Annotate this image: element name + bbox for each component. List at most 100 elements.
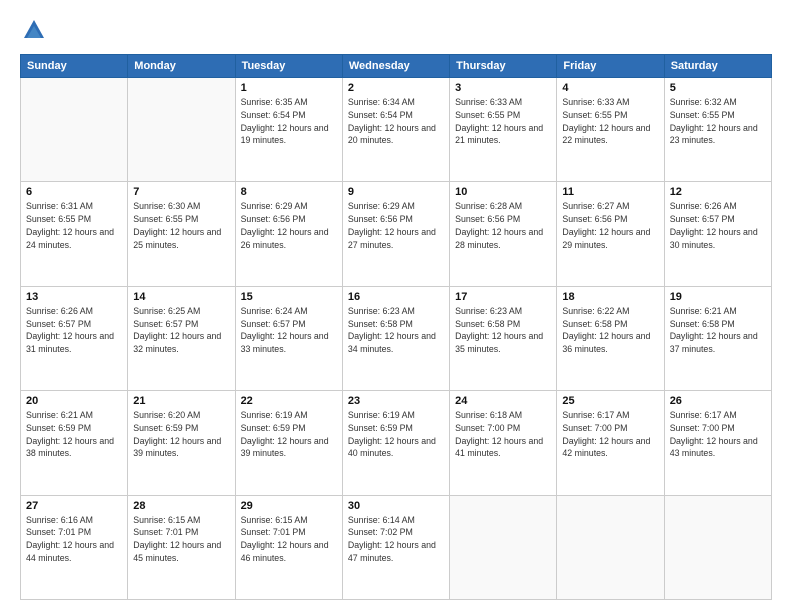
day-info: Sunrise: 6:23 AM Sunset: 6:58 PM Dayligh… bbox=[455, 305, 551, 356]
day-header: Saturday bbox=[664, 55, 771, 78]
day-info: Sunrise: 6:14 AM Sunset: 7:02 PM Dayligh… bbox=[348, 514, 444, 565]
calendar-cell: 20 Sunrise: 6:21 AM Sunset: 6:59 PM Dayli… bbox=[21, 391, 128, 495]
day-info: Sunrise: 6:17 AM Sunset: 7:00 PM Dayligh… bbox=[670, 409, 766, 460]
day-number: 19 bbox=[670, 291, 766, 303]
day-info: Sunrise: 6:30 AM Sunset: 6:55 PM Dayligh… bbox=[133, 200, 229, 251]
calendar-cell: 30 Sunrise: 6:14 AM Sunset: 7:02 PM Dayli… bbox=[342, 495, 449, 599]
day-number: 28 bbox=[133, 500, 229, 512]
day-number: 15 bbox=[241, 291, 337, 303]
calendar-cell bbox=[128, 78, 235, 182]
calendar-week: 27 Sunrise: 6:16 AM Sunset: 7:01 PM Dayli… bbox=[21, 495, 772, 599]
day-info: Sunrise: 6:25 AM Sunset: 6:57 PM Dayligh… bbox=[133, 305, 229, 356]
calendar-cell: 1Sunrise: 6:35 AM Sunset: 6:54 PM Daylig… bbox=[235, 78, 342, 182]
calendar-cell: 4 Sunrise: 6:33 AM Sunset: 6:55 PM Daylig… bbox=[557, 78, 664, 182]
day-info: Sunrise: 6:26 AM Sunset: 6:57 PM Dayligh… bbox=[26, 305, 122, 356]
day-header: Friday bbox=[557, 55, 664, 78]
day-info: Sunrise: 6:21 AM Sunset: 6:58 PM Dayligh… bbox=[670, 305, 766, 356]
day-info: Sunrise: 6:19 AM Sunset: 6:59 PM Dayligh… bbox=[348, 409, 444, 460]
day-number: 6 bbox=[26, 186, 122, 198]
day-info: Sunrise: 6:29 AM Sunset: 6:56 PM Dayligh… bbox=[241, 200, 337, 251]
logo bbox=[20, 16, 52, 44]
day-number: 20 bbox=[26, 395, 122, 407]
day-info: Sunrise: 6:15 AM Sunset: 7:01 PM Dayligh… bbox=[133, 514, 229, 565]
calendar-cell: 8 Sunrise: 6:29 AM Sunset: 6:56 PM Daylig… bbox=[235, 182, 342, 286]
calendar-cell: 27 Sunrise: 6:16 AM Sunset: 7:01 PM Dayli… bbox=[21, 495, 128, 599]
day-info: Sunrise: 6:22 AM Sunset: 6:58 PM Dayligh… bbox=[562, 305, 658, 356]
calendar-cell: 13 Sunrise: 6:26 AM Sunset: 6:57 PM Dayli… bbox=[21, 286, 128, 390]
day-info: Sunrise: 6:32 AM Sunset: 6:55 PM Dayligh… bbox=[670, 96, 766, 147]
calendar-cell: 18 Sunrise: 6:22 AM Sunset: 6:58 PM Dayli… bbox=[557, 286, 664, 390]
day-info: Sunrise: 6:16 AM Sunset: 7:01 PM Dayligh… bbox=[26, 514, 122, 565]
day-info: Sunrise: 6:20 AM Sunset: 6:59 PM Dayligh… bbox=[133, 409, 229, 460]
day-info: Sunrise: 6:17 AM Sunset: 7:00 PM Dayligh… bbox=[562, 409, 658, 460]
calendar-cell: 14 Sunrise: 6:25 AM Sunset: 6:57 PM Dayli… bbox=[128, 286, 235, 390]
calendar-cell bbox=[664, 495, 771, 599]
day-number: 30 bbox=[348, 500, 444, 512]
day-number: 8 bbox=[241, 186, 337, 198]
calendar-cell bbox=[557, 495, 664, 599]
calendar-cell: 2Sunrise: 6:34 AM Sunset: 6:54 PM Daylig… bbox=[342, 78, 449, 182]
day-info: Sunrise: 6:28 AM Sunset: 6:56 PM Dayligh… bbox=[455, 200, 551, 251]
day-info: Sunrise: 6:33 AM Sunset: 6:55 PM Dayligh… bbox=[562, 96, 658, 147]
logo-icon bbox=[20, 16, 48, 44]
day-number: 21 bbox=[133, 395, 229, 407]
day-header: Sunday bbox=[21, 55, 128, 78]
day-info: Sunrise: 6:18 AM Sunset: 7:00 PM Dayligh… bbox=[455, 409, 551, 460]
calendar-cell: 28 Sunrise: 6:15 AM Sunset: 7:01 PM Dayli… bbox=[128, 495, 235, 599]
day-header: Thursday bbox=[450, 55, 557, 78]
calendar-cell: 21 Sunrise: 6:20 AM Sunset: 6:59 PM Dayli… bbox=[128, 391, 235, 495]
day-number: 23 bbox=[348, 395, 444, 407]
calendar-cell: 26 Sunrise: 6:17 AM Sunset: 7:00 PM Dayli… bbox=[664, 391, 771, 495]
calendar-cell: 22Sunrise: 6:19 AM Sunset: 6:59 PM Dayli… bbox=[235, 391, 342, 495]
calendar-cell: 7 Sunrise: 6:30 AM Sunset: 6:55 PM Daylig… bbox=[128, 182, 235, 286]
day-number: 22 bbox=[241, 395, 337, 407]
day-info: Sunrise: 6:15 AM Sunset: 7:01 PM Dayligh… bbox=[241, 514, 337, 565]
page: SundayMondayTuesdayWednesdayThursdayFrid… bbox=[0, 0, 792, 612]
day-number: 14 bbox=[133, 291, 229, 303]
day-info: Sunrise: 6:29 AM Sunset: 6:56 PM Dayligh… bbox=[348, 200, 444, 251]
day-number: 9 bbox=[348, 186, 444, 198]
day-number: 26 bbox=[670, 395, 766, 407]
day-number: 24 bbox=[455, 395, 551, 407]
calendar-week: 13 Sunrise: 6:26 AM Sunset: 6:57 PM Dayli… bbox=[21, 286, 772, 390]
day-number: 10 bbox=[455, 186, 551, 198]
calendar-week: 20 Sunrise: 6:21 AM Sunset: 6:59 PM Dayli… bbox=[21, 391, 772, 495]
day-number: 12 bbox=[670, 186, 766, 198]
calendar-week: 6 Sunrise: 6:31 AM Sunset: 6:55 PM Daylig… bbox=[21, 182, 772, 286]
calendar-cell: 5 Sunrise: 6:32 AM Sunset: 6:55 PM Daylig… bbox=[664, 78, 771, 182]
day-info: Sunrise: 6:31 AM Sunset: 6:55 PM Dayligh… bbox=[26, 200, 122, 251]
day-number: 5 bbox=[670, 82, 766, 94]
calendar-cell bbox=[21, 78, 128, 182]
day-info: Sunrise: 6:23 AM Sunset: 6:58 PM Dayligh… bbox=[348, 305, 444, 356]
day-number: 1 bbox=[241, 82, 337, 94]
day-info: Sunrise: 6:27 AM Sunset: 6:56 PM Dayligh… bbox=[562, 200, 658, 251]
day-number: 3 bbox=[455, 82, 551, 94]
day-number: 4 bbox=[562, 82, 658, 94]
calendar-cell: 11Sunrise: 6:27 AM Sunset: 6:56 PM Dayli… bbox=[557, 182, 664, 286]
day-header: Wednesday bbox=[342, 55, 449, 78]
day-header: Tuesday bbox=[235, 55, 342, 78]
calendar-cell: 6 Sunrise: 6:31 AM Sunset: 6:55 PM Daylig… bbox=[21, 182, 128, 286]
calendar-cell: 23 Sunrise: 6:19 AM Sunset: 6:59 PM Dayli… bbox=[342, 391, 449, 495]
day-info: Sunrise: 6:26 AM Sunset: 6:57 PM Dayligh… bbox=[670, 200, 766, 251]
day-info: Sunrise: 6:24 AM Sunset: 6:57 PM Dayligh… bbox=[241, 305, 337, 356]
day-number: 27 bbox=[26, 500, 122, 512]
calendar-cell: 25 Sunrise: 6:17 AM Sunset: 7:00 PM Dayli… bbox=[557, 391, 664, 495]
day-number: 7 bbox=[133, 186, 229, 198]
day-number: 16 bbox=[348, 291, 444, 303]
calendar-cell: 3 Sunrise: 6:33 AM Sunset: 6:55 PM Daylig… bbox=[450, 78, 557, 182]
day-info: Sunrise: 6:33 AM Sunset: 6:55 PM Dayligh… bbox=[455, 96, 551, 147]
header bbox=[20, 16, 772, 44]
calendar-cell: 17Sunrise: 6:23 AM Sunset: 6:58 PM Dayli… bbox=[450, 286, 557, 390]
calendar-cell: 16 Sunrise: 6:23 AM Sunset: 6:58 PM Dayli… bbox=[342, 286, 449, 390]
calendar-cell: 19 Sunrise: 6:21 AM Sunset: 6:58 PM Dayli… bbox=[664, 286, 771, 390]
day-number: 29 bbox=[241, 500, 337, 512]
day-number: 13 bbox=[26, 291, 122, 303]
day-header: Monday bbox=[128, 55, 235, 78]
day-info: Sunrise: 6:21 AM Sunset: 6:59 PM Dayligh… bbox=[26, 409, 122, 460]
day-number: 18 bbox=[562, 291, 658, 303]
calendar-cell: 12 Sunrise: 6:26 AM Sunset: 6:57 PM Dayli… bbox=[664, 182, 771, 286]
day-number: 25 bbox=[562, 395, 658, 407]
calendar-cell: 9 Sunrise: 6:29 AM Sunset: 6:56 PM Daylig… bbox=[342, 182, 449, 286]
calendar-cell: 24 Sunrise: 6:18 AM Sunset: 7:00 PM Dayli… bbox=[450, 391, 557, 495]
